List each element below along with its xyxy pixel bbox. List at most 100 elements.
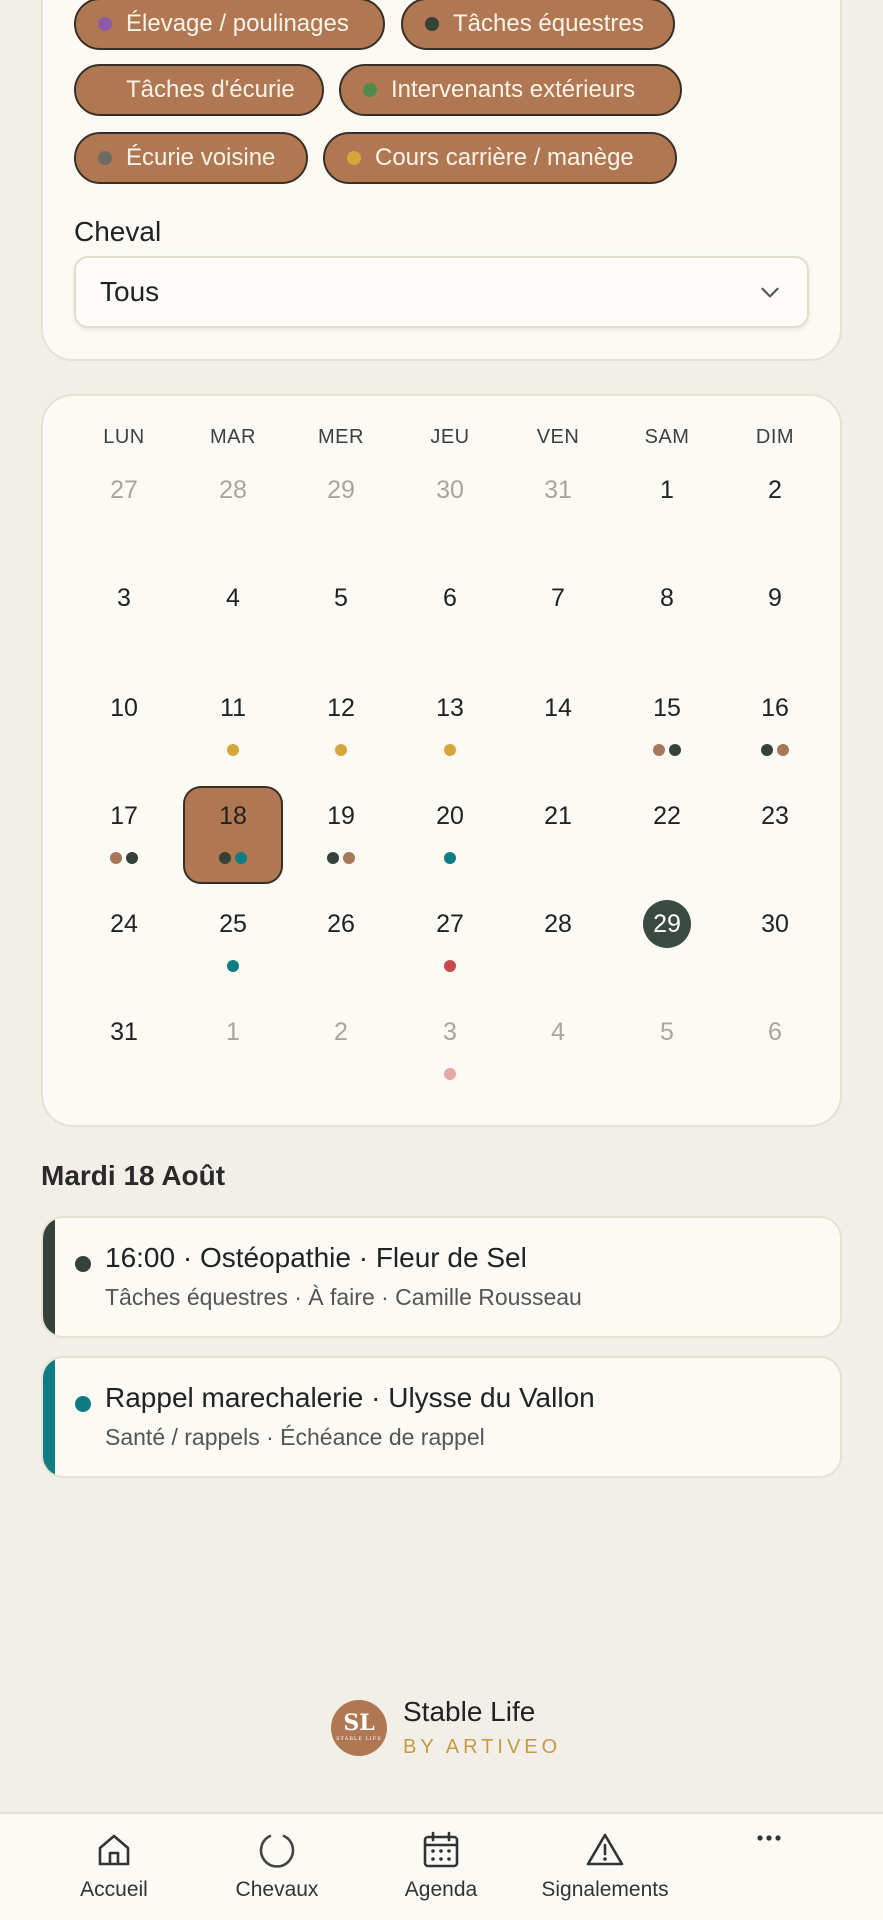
- calendar-day[interactable]: 26: [291, 894, 391, 992]
- calendar-day[interactable]: 31: [508, 460, 608, 558]
- event-dots: [400, 1068, 500, 1080]
- event-dot: [75, 1256, 91, 1272]
- calendar-day[interactable]: 21: [508, 786, 608, 884]
- calendar-day[interactable]: 12: [291, 678, 391, 776]
- day-number: 29: [327, 476, 355, 504]
- calendar-day[interactable]: 15: [617, 678, 717, 776]
- calendar-day[interactable]: 23: [725, 786, 825, 884]
- day-number: 2: [768, 476, 782, 504]
- day-number: 24: [110, 910, 138, 938]
- calendar-day[interactable]: 9: [725, 568, 825, 666]
- chevron-down-icon: [761, 287, 779, 298]
- event-dot: [327, 852, 339, 864]
- calendar-day[interactable]: 2: [291, 1002, 391, 1100]
- event-dots: [400, 744, 500, 756]
- event-card[interactable]: Rappel marechalerie · Ulysse du Vallon S…: [41, 1356, 842, 1478]
- day-number: 1: [660, 476, 674, 504]
- calendar-day[interactable]: 1: [617, 460, 717, 558]
- calendar-day[interactable]: 5: [617, 1002, 717, 1100]
- category-color-dot: [363, 83, 377, 97]
- horse-select[interactable]: Tous: [74, 256, 809, 328]
- calendar-day[interactable]: 16: [725, 678, 825, 776]
- calendar-day[interactable]: 5: [291, 568, 391, 666]
- category-chip[interactable]: Tâches équestres: [401, 0, 675, 50]
- calendar-day[interactable]: 24: [74, 894, 174, 992]
- calendar-day[interactable]: 13: [400, 678, 500, 776]
- day-number: 23: [761, 802, 789, 830]
- nav-item-chevaux[interactable]: Chevaux: [197, 1814, 357, 1920]
- day-number: 21: [544, 802, 572, 830]
- calendar-day[interactable]: 4: [508, 1002, 608, 1100]
- event-title: 16:00 · Ostéopathie · Fleur de Sel: [105, 1242, 527, 1273]
- calendar-day[interactable]: 3: [400, 1002, 500, 1100]
- weekday-header: JEU: [430, 426, 470, 448]
- calendar-day[interactable]: 27: [400, 894, 500, 992]
- event-color-bar: [43, 1218, 55, 1336]
- nav-item-agenda[interactable]: Agenda: [361, 1814, 521, 1920]
- calendar-day[interactable]: 8: [617, 568, 717, 666]
- calendar-day[interactable]: 30: [725, 894, 825, 992]
- category-chip[interactable]: Élevage / poulinages: [74, 0, 385, 50]
- day-number: 29: [643, 900, 691, 948]
- nav-item-accueil[interactable]: Accueil: [34, 1814, 194, 1920]
- calendar-day[interactable]: 7: [508, 568, 608, 666]
- event-dot: [761, 744, 773, 756]
- event-color-bar: [43, 1358, 55, 1476]
- calendar-day[interactable]: 6: [725, 1002, 825, 1100]
- warning-icon: [586, 1833, 624, 1866]
- calendar-day-selected[interactable]: 18: [183, 786, 283, 884]
- event-subtitle: Santé / rappels · Échéance de rappel: [105, 1424, 485, 1450]
- event-dots: [185, 852, 281, 864]
- event-dots: [183, 744, 283, 756]
- calendar-day[interactable]: 10: [74, 678, 174, 776]
- event-dots: [617, 744, 717, 756]
- calendar-day[interactable]: 14: [508, 678, 608, 776]
- event-dot: [227, 960, 239, 972]
- brand-logo: SL STABLE LIFE: [331, 1700, 387, 1756]
- nav-label: Signalements: [541, 1878, 669, 1901]
- event-dot: [777, 744, 789, 756]
- logo-initials: SL: [343, 1710, 375, 1736]
- weekday-header: MER: [318, 426, 364, 448]
- logo-small-text: STABLE LIFE: [336, 1736, 382, 1742]
- category-chip[interactable]: Intervenants extérieurs: [339, 64, 682, 116]
- calendar-day[interactable]: 6: [400, 568, 500, 666]
- calendar-day[interactable]: 11: [183, 678, 283, 776]
- day-number: 11: [220, 694, 246, 722]
- calendar-day[interactable]: 17: [74, 786, 174, 884]
- day-number: 18: [219, 802, 247, 830]
- weekday-header: LUN: [103, 426, 145, 448]
- event-card[interactable]: 16:00 · Ostéopathie · Fleur de Sel Tâche…: [41, 1216, 842, 1338]
- day-number: 4: [551, 1018, 565, 1046]
- calendar-day[interactable]: 3: [74, 568, 174, 666]
- calendar-day[interactable]: 1: [183, 1002, 283, 1100]
- day-number: 28: [544, 910, 572, 938]
- nav-item-more[interactable]: [689, 1814, 849, 1920]
- calendar-day[interactable]: 31: [74, 1002, 174, 1100]
- day-number: 14: [544, 694, 572, 722]
- day-number: 19: [327, 802, 355, 830]
- calendar-day-today[interactable]: 29: [617, 894, 717, 992]
- day-number: 27: [436, 910, 464, 938]
- calendar-day[interactable]: 28: [508, 894, 608, 992]
- day-number: 30: [761, 910, 789, 938]
- category-chip[interactable]: Tâches d'écurie: [74, 64, 324, 116]
- calendar-day[interactable]: 27: [74, 460, 174, 558]
- weekday-header: SAM: [644, 426, 690, 448]
- calendar-day[interactable]: 19: [291, 786, 391, 884]
- day-number: 17: [110, 802, 138, 830]
- calendar-day[interactable]: 20: [400, 786, 500, 884]
- category-color-dot: [98, 17, 112, 31]
- event-dot: [75, 1396, 91, 1412]
- event-dot: [444, 960, 456, 972]
- calendar-day[interactable]: 4: [183, 568, 283, 666]
- calendar-day[interactable]: 2: [725, 460, 825, 558]
- nav-item-signalements[interactable]: Signalements: [525, 1814, 685, 1920]
- calendar-day[interactable]: 29: [291, 460, 391, 558]
- calendar-day[interactable]: 28: [183, 460, 283, 558]
- calendar-day[interactable]: 22: [617, 786, 717, 884]
- calendar-day[interactable]: 25: [183, 894, 283, 992]
- calendar-day[interactable]: 30: [400, 460, 500, 558]
- category-chip[interactable]: Cours carrière / manège: [323, 132, 677, 184]
- category-chip[interactable]: Écurie voisine: [74, 132, 308, 184]
